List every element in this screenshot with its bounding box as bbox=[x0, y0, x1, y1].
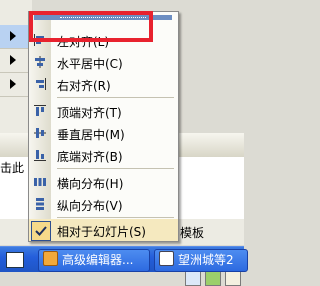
taskbar-button-editor[interactable]: 高级编辑器... bbox=[38, 249, 150, 272]
menu-separator bbox=[57, 217, 174, 218]
menu-item-label: 垂直居中(M) bbox=[57, 128, 125, 142]
taskbar: 高级编辑器... 望洲城等2 bbox=[0, 246, 248, 272]
align-middle-icon bbox=[34, 128, 46, 138]
slide-placeholder-text: 击此 bbox=[0, 161, 25, 175]
highlight-annotation bbox=[29, 11, 153, 42]
quick-launch-icon[interactable] bbox=[6, 252, 24, 268]
left-submenu-row[interactable] bbox=[0, 73, 28, 97]
toolbar-fill-icon[interactable] bbox=[225, 270, 241, 286]
menu-item-label: 相对于幻灯片(S) bbox=[57, 225, 146, 239]
menu-item-distribute-vertical[interactable]: 纵向分布(V) bbox=[29, 193, 178, 215]
menu-separator bbox=[57, 168, 174, 169]
left-submenu-row[interactable] bbox=[0, 25, 28, 49]
menu-item-label: 底端对齐(B) bbox=[57, 150, 123, 164]
editor-app-icon bbox=[43, 251, 58, 266]
align-bottom-icon bbox=[34, 150, 46, 161]
menu-item-label: 纵向分布(V) bbox=[57, 199, 123, 213]
menu-item-align-top[interactable]: 顶端对齐(T) bbox=[29, 100, 178, 122]
distribute-vertical-icon bbox=[36, 198, 44, 210]
menu-item-align-bottom[interactable]: 底端对齐(B) bbox=[29, 144, 178, 166]
align-center-icon bbox=[35, 56, 45, 68]
align-distribute-menu: 左对齐(L) 水平居中(C) 右对齐(R) 顶端对齐(T) 垂直居中(M) 底端… bbox=[28, 11, 179, 242]
menu-item-align-center[interactable]: 水平居中(C) bbox=[29, 51, 178, 73]
menu-item-label: 横向分布(H) bbox=[57, 177, 124, 191]
check-icon bbox=[31, 221, 51, 241]
menu-item-align-right[interactable]: 右对齐(R) bbox=[29, 73, 178, 95]
submenu-arrow-icon bbox=[10, 55, 16, 65]
menu-item-label: 水平居中(C) bbox=[57, 57, 123, 71]
align-top-icon bbox=[34, 105, 46, 116]
menu-separator bbox=[57, 97, 174, 98]
taskbar-button-label: 望洲城等2 bbox=[178, 253, 234, 267]
toolbar-textbox-icon[interactable] bbox=[185, 270, 201, 286]
menu-item-align-middle[interactable]: 垂直居中(M) bbox=[29, 122, 178, 144]
window-group-icon bbox=[159, 251, 174, 266]
menu-item-distribute-horizontal[interactable]: 横向分布(H) bbox=[29, 171, 178, 193]
left-submenu-row[interactable] bbox=[0, 49, 28, 73]
submenu-arrow-icon bbox=[10, 79, 16, 89]
menu-item-label: 右对齐(R) bbox=[57, 79, 111, 93]
taskbar-button-label: 高级编辑器... bbox=[62, 253, 134, 267]
taskbar-button-windows[interactable]: 望洲城等2 bbox=[154, 249, 248, 272]
submenu-arrow-icon bbox=[10, 31, 16, 41]
toolbar-picture-icon[interactable] bbox=[205, 270, 221, 286]
toolbar-icons bbox=[185, 270, 243, 286]
menu-item-label: 顶端对齐(T) bbox=[57, 106, 122, 120]
menu-item-relative-to-slide[interactable]: 相对于幻灯片(S) bbox=[29, 219, 178, 241]
distribute-horizontal-icon bbox=[34, 178, 46, 186]
align-right-icon bbox=[36, 78, 46, 90]
